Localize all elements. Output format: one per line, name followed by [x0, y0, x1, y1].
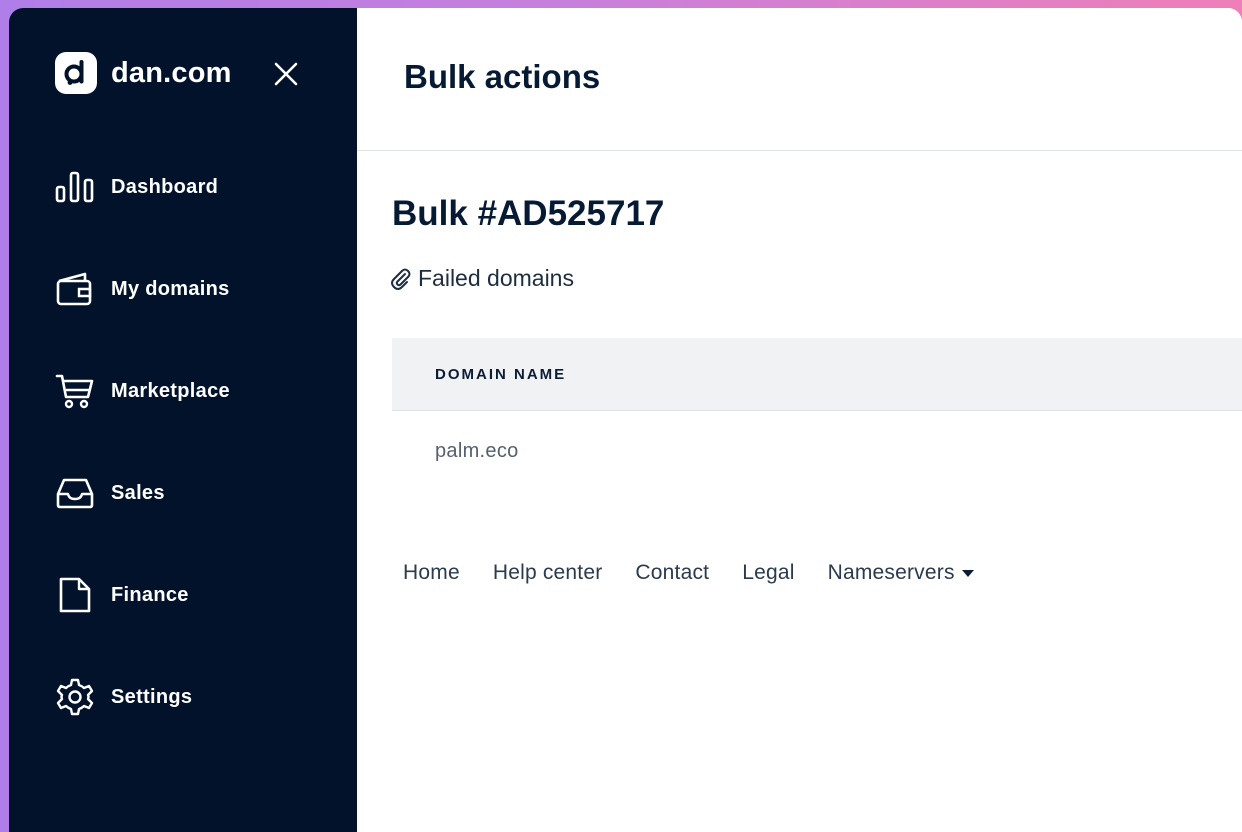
sidebar-item-label: Finance — [111, 583, 189, 606]
domains-table: DOMAIN NAME palm.eco — [392, 338, 1242, 491]
column-header-domain-name[interactable]: DOMAIN NAME — [435, 366, 566, 383]
page-header: Bulk actions — [357, 8, 1242, 151]
bar-chart-icon — [55, 167, 97, 207]
table-row: palm.eco — [392, 411, 1242, 491]
footer-nav: Home Help center Contact Legal Nameserve… — [403, 561, 974, 585]
footer-link-help-center[interactable]: Help center — [493, 561, 603, 585]
paperclip-icon — [390, 268, 412, 290]
table-header: DOMAIN NAME — [392, 338, 1242, 411]
inbox-icon — [55, 473, 97, 513]
footer-link-home[interactable]: Home — [403, 561, 460, 585]
gear-icon — [55, 677, 97, 717]
nameservers-dropdown[interactable]: Nameservers — [828, 561, 974, 585]
sidebar-item-dashboard[interactable]: Dashboard — [55, 167, 315, 207]
caret-down-icon — [961, 569, 974, 577]
app-window: dan.com Dashboard My domains Marketplace… — [9, 8, 1242, 832]
sidebar-item-label: My domains — [111, 277, 230, 300]
close-icon[interactable] — [273, 61, 299, 87]
sidebar-item-label: Marketplace — [111, 379, 230, 402]
dan-logo-icon — [55, 52, 97, 94]
sidebar-item-marketplace[interactable]: Marketplace — [55, 371, 315, 411]
failed-domains-link[interactable]: Failed domains — [390, 265, 574, 292]
nameservers-label: Nameservers — [827, 561, 955, 584]
sidebar-item-label: Sales — [111, 481, 165, 504]
brand[interactable]: dan.com — [55, 52, 232, 94]
main-content: Bulk actions Bulk #AD525717 Failed domai… — [357, 8, 1242, 832]
footer-link-contact[interactable]: Contact — [635, 561, 709, 585]
sidebar-item-label: Settings — [111, 685, 193, 708]
failed-domains-label: Failed domains — [418, 265, 574, 291]
footer-link-legal[interactable]: Legal — [742, 561, 794, 585]
bulk-title: Bulk #AD525717 — [392, 194, 665, 233]
cart-icon — [55, 371, 97, 411]
sidebar-item-my-domains[interactable]: My domains — [55, 269, 315, 309]
sidebar-item-finance[interactable]: Finance — [55, 575, 315, 615]
document-icon — [55, 575, 97, 615]
sidebar-item-label: Dashboard — [111, 175, 219, 198]
sidebar-item-sales[interactable]: Sales — [55, 473, 315, 513]
domain-name-cell: palm.eco — [435, 439, 519, 462]
sidebar-item-settings[interactable]: Settings — [55, 677, 315, 717]
page-title: Bulk actions — [404, 58, 601, 95]
wallet-icon — [55, 269, 97, 309]
brand-name: dan.com — [111, 56, 232, 89]
sidebar: dan.com Dashboard My domains Marketplace… — [9, 8, 357, 832]
